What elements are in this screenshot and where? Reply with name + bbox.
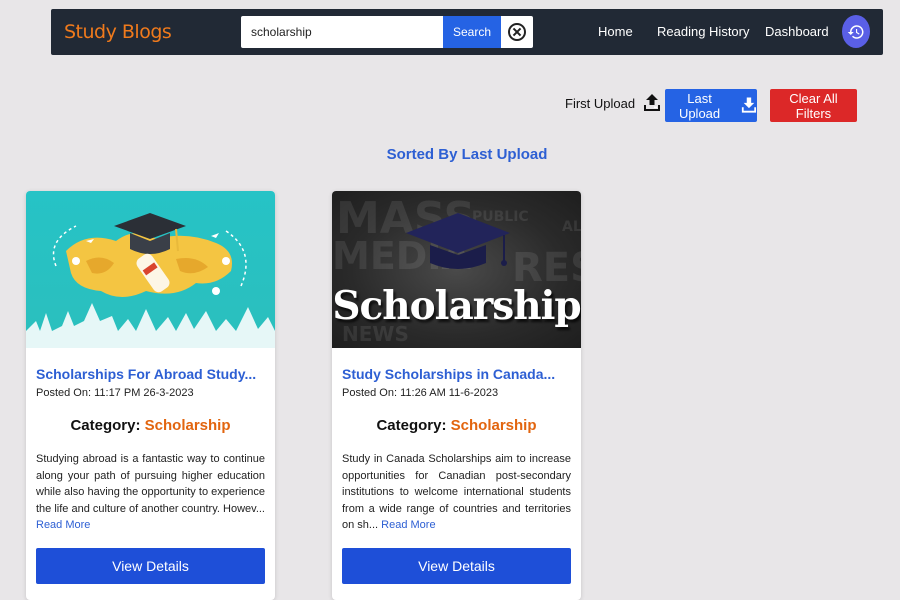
category-label: Category: bbox=[376, 417, 447, 434]
card-image-scholarship[interactable]: MASS MEDIA RES PUBLIC ALSO NEWS Scholars… bbox=[332, 191, 581, 348]
clear-all-filters-button[interactable]: Clear All Filters bbox=[770, 89, 857, 122]
first-upload-label: First Upload bbox=[565, 95, 636, 111]
study-abroad-illustration bbox=[26, 213, 275, 348]
search-input[interactable] bbox=[241, 16, 443, 48]
view-details-button[interactable]: View Details bbox=[36, 548, 265, 584]
search-button[interactable]: Search bbox=[443, 16, 501, 48]
download-icon bbox=[741, 97, 757, 113]
read-more-link[interactable]: Read More bbox=[36, 519, 90, 531]
blog-card: Scholarships For Abroad Study... Posted … bbox=[26, 191, 275, 600]
card-date: Posted On: 11:17 PM 26-3-2023 bbox=[36, 387, 194, 399]
upload-icon bbox=[644, 94, 661, 111]
card-title-link[interactable]: Scholarships For Abroad Study... bbox=[36, 366, 256, 382]
card-category: Category: Scholarship bbox=[26, 417, 275, 434]
close-circle-icon bbox=[508, 23, 526, 41]
category-value: Scholarship bbox=[450, 417, 537, 434]
first-upload-filter[interactable]: First Upload bbox=[565, 93, 661, 113]
read-more-link[interactable]: Read More bbox=[381, 519, 435, 531]
description-text: Study in Canada Scholarships aim to incr… bbox=[342, 453, 571, 531]
category-value: Scholarship bbox=[144, 417, 231, 434]
nav-reading-history-link[interactable]: Reading History bbox=[657, 24, 750, 39]
card-description: Study in Canada Scholarships aim to incr… bbox=[342, 451, 571, 534]
nav-home-link[interactable]: Home bbox=[598, 24, 633, 39]
card-image-study-abroad[interactable] bbox=[26, 191, 275, 348]
card-category: Category: Scholarship bbox=[332, 417, 581, 434]
blog-card: MASS MEDIA RES PUBLIC ALSO NEWS Scholars… bbox=[332, 191, 581, 600]
svg-text:ALSO: ALSO bbox=[562, 219, 581, 235]
card-date: Posted On: 11:26 AM 11-6-2023 bbox=[342, 387, 499, 399]
view-details-button[interactable]: View Details bbox=[342, 548, 571, 584]
image-headline: Scholarship bbox=[332, 283, 581, 329]
card-description: Studying abroad is a fantastic way to co… bbox=[36, 451, 265, 534]
nav-dashboard-link[interactable]: Dashboard bbox=[765, 24, 829, 39]
clear-search-button[interactable] bbox=[501, 16, 533, 48]
last-upload-label: Last Upload bbox=[678, 90, 721, 121]
top-navbar: Study Blogs Search Home Reading History … bbox=[51, 9, 883, 55]
history-button[interactable] bbox=[842, 15, 870, 48]
sort-heading: Sorted By Last Upload bbox=[386, 146, 548, 163]
history-icon bbox=[847, 24, 864, 39]
brand-logo[interactable]: Study Blogs bbox=[64, 21, 172, 43]
category-label: Category: bbox=[70, 417, 141, 434]
description-text: Studying abroad is a fantastic way to co… bbox=[36, 453, 265, 515]
last-upload-button[interactable]: Last Upload bbox=[665, 89, 757, 122]
card-title-link[interactable]: Study Scholarships in Canada... bbox=[342, 366, 555, 382]
